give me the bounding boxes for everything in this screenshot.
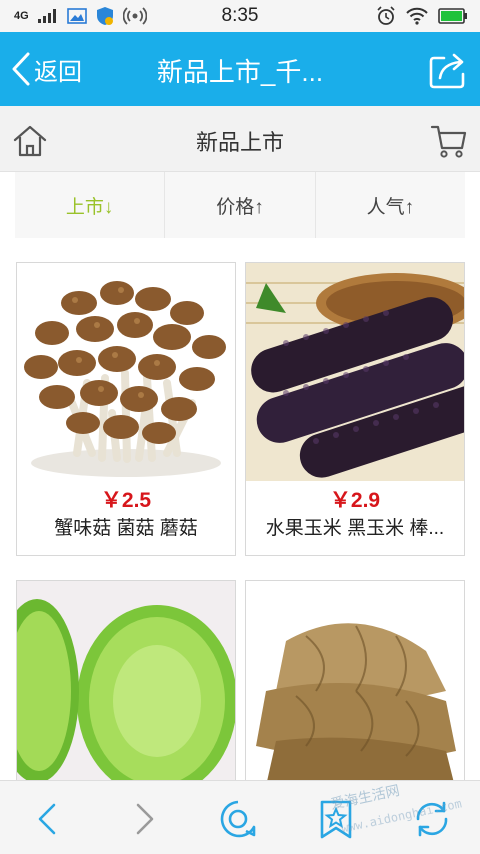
page-title: 新品上市_千... xyxy=(156,57,324,87)
product-card[interactable] xyxy=(245,580,465,780)
back-button[interactable]: 返回 xyxy=(10,49,82,89)
cart-icon[interactable] xyxy=(430,122,468,160)
product-card[interactable]: ￥2.5 蟹味菇 菌菇 蘑菇 xyxy=(16,262,236,556)
product-price: ￥2.5 xyxy=(100,489,152,512)
title-bar: 返回 新品上市_千... xyxy=(0,32,480,106)
share-icon[interactable] xyxy=(428,50,468,90)
chevron-left-icon xyxy=(12,52,30,86)
product-image xyxy=(246,263,464,481)
browser-home-icon[interactable] xyxy=(216,797,260,841)
product-image xyxy=(17,263,235,481)
store-header: 新品上市 xyxy=(0,106,480,172)
alarm-icon xyxy=(377,6,395,25)
wifi-icon xyxy=(406,7,428,25)
nav-back-icon[interactable] xyxy=(26,797,70,841)
black-corn-image xyxy=(246,263,464,481)
watermark: 爱海生活网 xyxy=(329,781,401,813)
back-label: 返回 xyxy=(34,58,82,86)
radish-image xyxy=(17,581,235,780)
sort-bar: 上市↓ 价格↑ 人气↑ xyxy=(0,172,480,238)
battery-icon xyxy=(438,8,467,24)
bottom-nav: 爱海生活网 www.aidonghai.com xyxy=(0,780,480,854)
sort-tabs: 上市↓ 价格↑ 人气↑ xyxy=(15,172,465,238)
sort-tab-popularity[interactable]: 人气↑ xyxy=(315,172,465,238)
status-bar: 4G 8:35 xyxy=(0,0,480,32)
product-card[interactable] xyxy=(16,580,236,780)
product-name: 水果玉米 黑玉米 棒... xyxy=(265,518,445,539)
product-card[interactable]: ￥2.9 水果玉米 黑玉米 棒... xyxy=(245,262,465,556)
product-image xyxy=(246,581,464,780)
bamboo-shoot-image xyxy=(246,581,464,780)
mushroom-image xyxy=(17,263,235,481)
product-grid: ￥2.5 蟹味菇 菌菇 蘑菇 ￥2.9 水果玉米 黑玉米 棒... xyxy=(0,238,480,780)
sort-tab-price[interactable]: 价格↑ xyxy=(165,172,316,238)
product-name: 蟹味菇 菌菇 蘑菇 xyxy=(54,518,198,539)
nav-forward-icon[interactable] xyxy=(122,797,166,841)
sort-tab-launch[interactable]: 上市↓ xyxy=(15,172,166,238)
product-image xyxy=(17,581,235,780)
product-price: ￥2.9 xyxy=(329,489,381,512)
store-title: 新品上市 xyxy=(195,130,284,155)
app-root: { "status_bar": { "network": "4G", "time… xyxy=(0,0,480,854)
